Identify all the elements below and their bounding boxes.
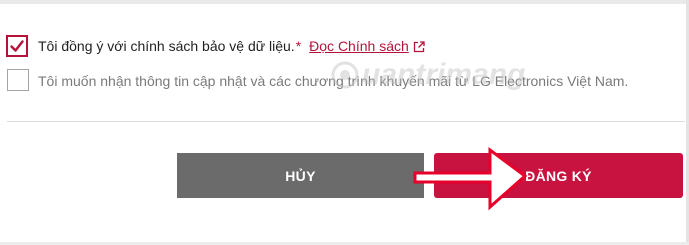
checkmark-icon: [10, 40, 24, 52]
privacy-consent-checkbox[interactable]: [6, 35, 28, 57]
cancel-button[interactable]: HỦY: [177, 153, 424, 198]
marketing-consent-label[interactable]: Tôi muốn nhận thông tin cập nhật và các …: [38, 73, 628, 89]
top-border: [0, 0, 689, 4]
register-button-label: ĐĂNG KÝ: [525, 167, 592, 184]
external-link-icon: [413, 41, 425, 53]
register-button[interactable]: ĐĂNG KÝ: [434, 153, 683, 198]
privacy-consent-row: Tôi đồng ý với chính sách bảo vệ dữ liệu…: [38, 38, 425, 54]
privacy-consent-label[interactable]: Tôi đồng ý với chính sách bảo vệ dữ liệu…: [38, 38, 295, 54]
marketing-consent-checkbox[interactable]: [7, 69, 29, 91]
required-marker: *: [295, 38, 302, 54]
cancel-button-label: HỦY: [285, 167, 316, 184]
read-policy-link[interactable]: Đọc Chính sách: [309, 38, 425, 54]
read-policy-link-label: Đọc Chính sách: [309, 38, 409, 54]
section-divider: [7, 121, 685, 122]
right-arrow-icon: [413, 147, 528, 211]
